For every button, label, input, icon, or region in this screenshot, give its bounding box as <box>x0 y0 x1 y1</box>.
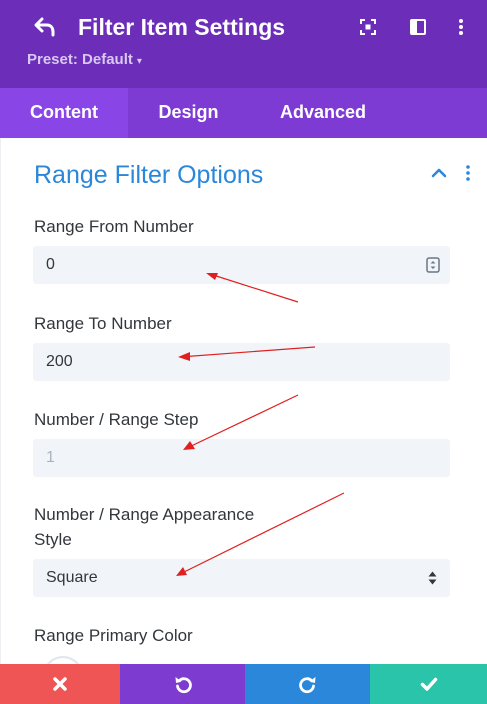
range-step-placeholder: 1 <box>46 449 55 466</box>
undo-icon <box>175 677 192 694</box>
back-arrow-icon[interactable] <box>32 14 58 40</box>
range-step-input[interactable]: 1 <box>33 439 450 477</box>
appearance-style-select[interactable]: Square <box>33 559 450 597</box>
redo-button[interactable] <box>245 664 370 704</box>
split-view-icon[interactable] <box>408 17 428 37</box>
tab-advanced[interactable]: Advanced <box>249 88 397 138</box>
tab-bar: Content Design Advanced <box>0 88 487 138</box>
kebab-menu-icon[interactable] <box>451 17 471 37</box>
tab-design[interactable]: Design <box>128 88 249 138</box>
range-from-value: 0 <box>46 256 55 273</box>
appearance-style-label-line1: Number / Range Appearance <box>34 505 255 524</box>
range-from-input[interactable]: 0 <box>33 246 450 284</box>
caret-down-icon: ▾ <box>136 56 142 67</box>
range-step-label: Number / Range Step <box>34 410 199 429</box>
action-bar <box>0 664 487 704</box>
primary-color-label: Range Primary Color <box>34 626 193 645</box>
chevron-up-icon[interactable] <box>431 166 447 178</box>
section-menu-icon[interactable] <box>460 164 476 182</box>
cancel-button[interactable] <box>0 664 120 704</box>
settings-content: Range Filter Options Range From Number 0… <box>0 138 487 664</box>
tab-content[interactable]: Content <box>0 88 128 138</box>
number-spinner-icon[interactable] <box>426 257 440 273</box>
checkmark-icon <box>420 677 437 691</box>
close-icon <box>53 677 67 691</box>
redo-icon <box>298 677 315 694</box>
preset-label: Preset: Default <box>27 51 133 68</box>
settings-header: Filter Item Settings Preset: Default ▾ <box>0 0 487 88</box>
focus-mode-icon[interactable] <box>358 17 378 37</box>
appearance-style-label: Number / Range Appearance Style <box>34 502 254 552</box>
primary-color-picker[interactable] <box>43 656 83 664</box>
range-to-value: 200 <box>46 353 73 370</box>
appearance-style-value: Square <box>46 569 98 586</box>
save-button[interactable] <box>370 664 487 704</box>
section-title[interactable]: Range Filter Options <box>34 160 263 190</box>
panel-title: Filter Item Settings <box>78 14 286 40</box>
range-from-label: Range From Number <box>34 217 194 236</box>
range-to-label: Range To Number <box>34 314 172 333</box>
preset-dropdown[interactable]: Preset: Default ▾ <box>27 51 142 71</box>
select-arrows-icon <box>428 571 437 585</box>
undo-button[interactable] <box>120 664 245 704</box>
range-to-input[interactable]: 200 <box>33 343 450 381</box>
appearance-style-label-line2: Style <box>34 530 72 549</box>
